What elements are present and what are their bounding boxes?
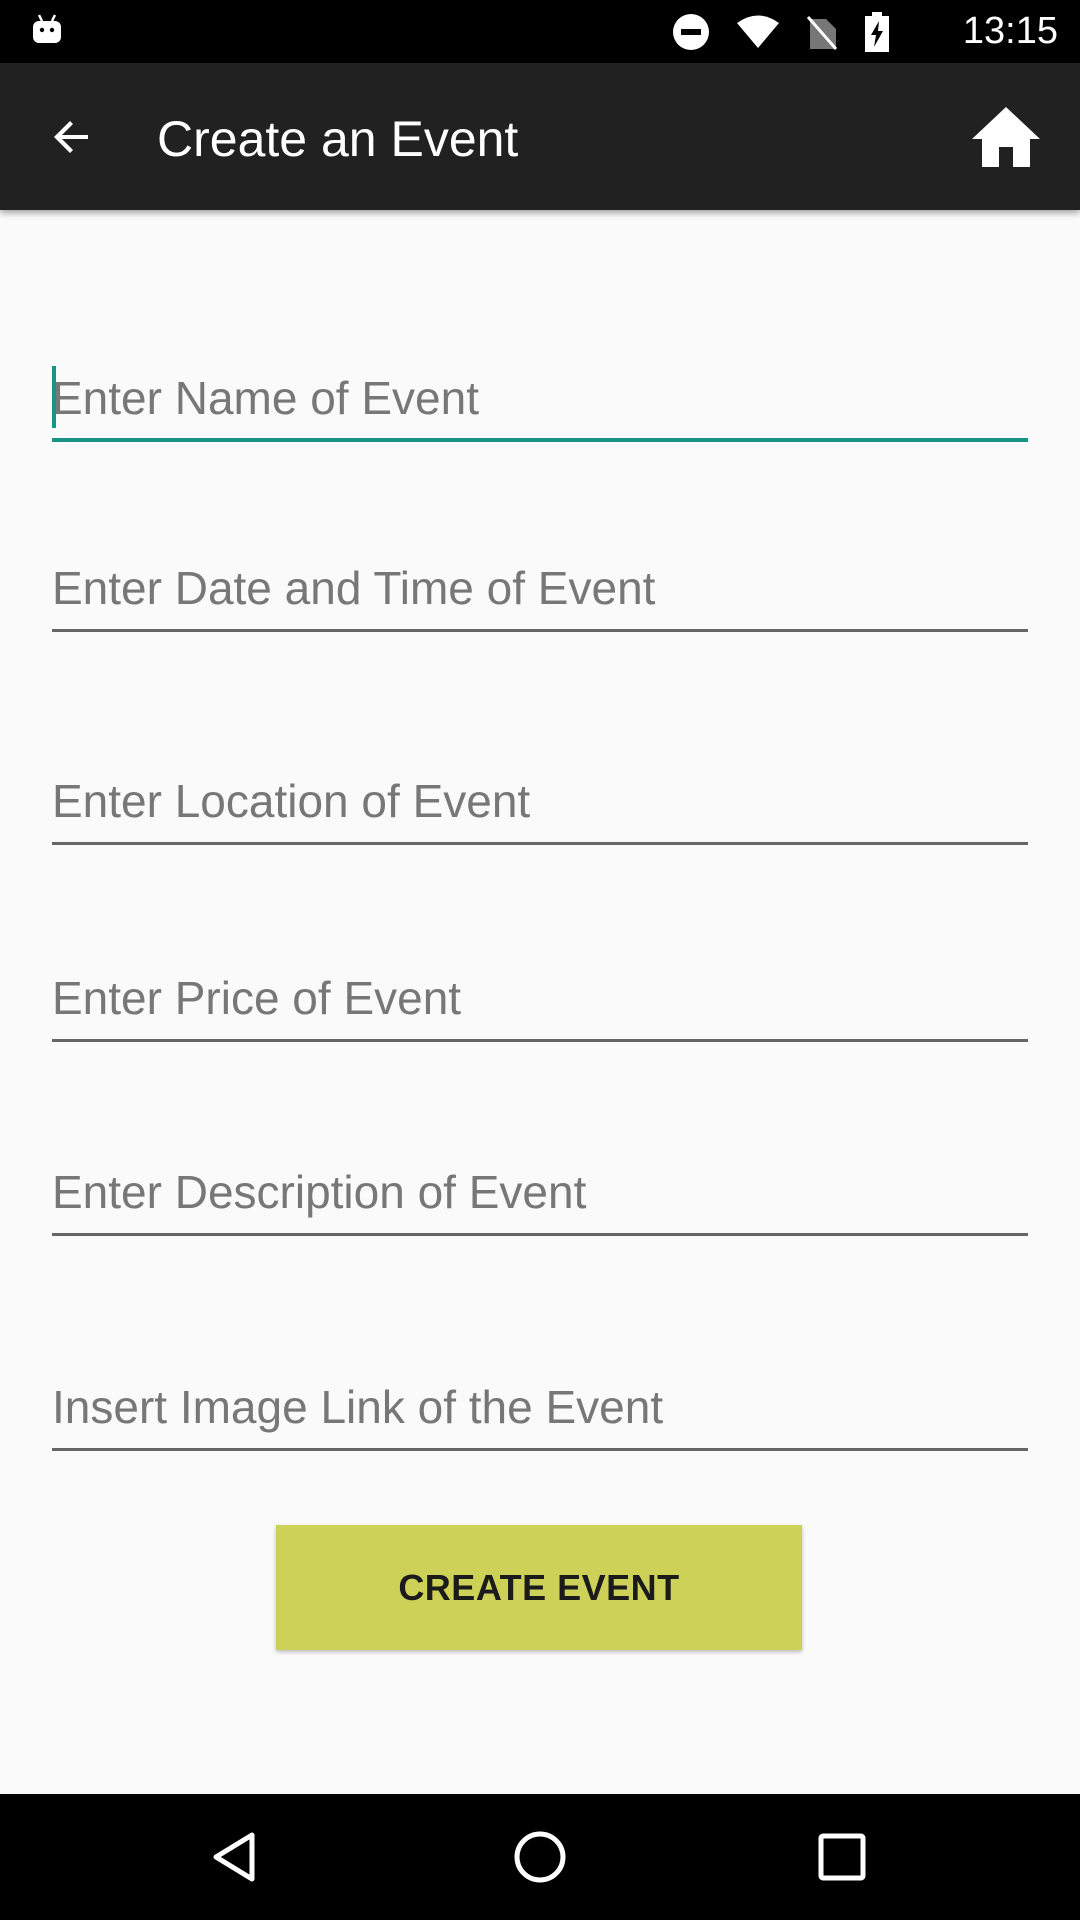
event-image-link-field[interactable] (52, 1371, 1028, 1451)
event-price-field[interactable] (52, 962, 1028, 1042)
navigation-bar (0, 1794, 1080, 1920)
arrow-back-icon[interactable] (48, 113, 96, 161)
back-triangle-icon[interactable] (206, 1827, 266, 1887)
app-bar: Create an Event (0, 63, 1080, 210)
event-description-field[interactable] (52, 1156, 1028, 1236)
home-circle-icon[interactable] (510, 1827, 570, 1887)
event-datetime-field[interactable] (52, 552, 1028, 632)
event-location-input[interactable] (52, 765, 1028, 837)
status-bar: 13:15 (0, 0, 1080, 63)
event-description-underline (52, 1233, 1028, 1236)
page-title: Create an Event (157, 111, 519, 167)
android-icon (33, 14, 61, 43)
wifi-icon (737, 15, 779, 48)
event-name-underline (52, 438, 1028, 442)
home-icon[interactable] (970, 101, 1042, 173)
event-price-input[interactable] (52, 962, 1028, 1034)
event-location-field[interactable] (52, 765, 1028, 845)
text-cursor (52, 366, 56, 428)
event-image-link-underline (52, 1448, 1028, 1451)
recents-square-icon[interactable] (812, 1827, 872, 1887)
status-time: 13:15 (962, 10, 1058, 52)
create-event-button[interactable]: CREATE EVENT (276, 1525, 802, 1650)
status-icons (672, 12, 890, 52)
event-name-input[interactable] (52, 362, 1028, 434)
event-datetime-underline (52, 629, 1028, 632)
event-location-underline (52, 842, 1028, 845)
event-image-link-input[interactable] (52, 1371, 1028, 1443)
event-description-input[interactable] (52, 1156, 1028, 1228)
battery-charging-icon (865, 12, 889, 52)
event-name-field[interactable] (52, 362, 1028, 442)
no-sim-icon (806, 16, 838, 50)
event-price-underline (52, 1039, 1028, 1042)
do-not-disturb-icon (673, 14, 709, 50)
event-datetime-input[interactable] (52, 552, 1028, 624)
